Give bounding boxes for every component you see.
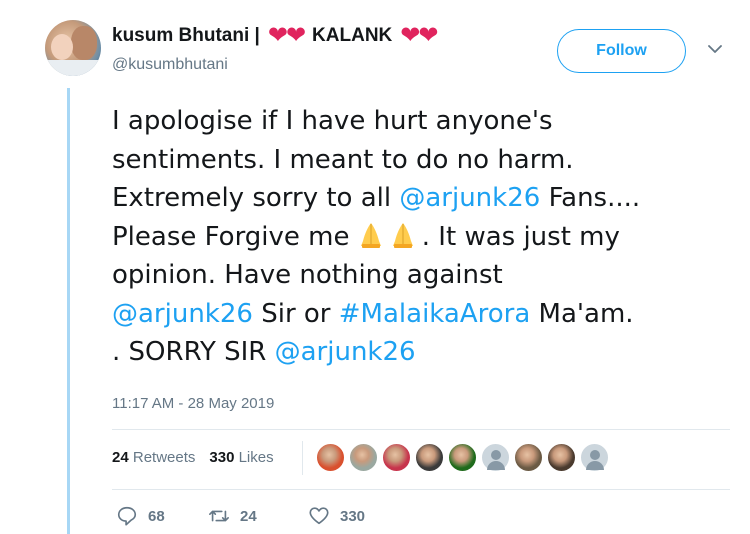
folded-hands-emoji-icon: [360, 222, 381, 248]
mention-link[interactable]: @arjunk26: [112, 299, 253, 329]
tweet-text-segment: Sir or: [252, 298, 339, 329]
follow-button[interactable]: Follow: [557, 29, 686, 73]
tweet-text: I apologise if I have hurt anyone's sent…: [112, 102, 727, 372]
liker-avatar-8[interactable]: [547, 443, 576, 472]
tweet-line: sentiments. I meant to do no harm.: [112, 144, 574, 175]
hearts-icon-left: ❤❤: [267, 22, 306, 49]
liker-avatar-4[interactable]: [415, 443, 444, 472]
avatar[interactable]: [45, 20, 101, 76]
retweet-icon: [209, 510, 229, 522]
liker-avatar-1[interactable]: [316, 443, 345, 472]
divider: [112, 429, 730, 430]
tweet-line: Extremely sorry to all @arjunk26 Fans...…: [112, 179, 727, 218]
reply-count: 68: [148, 507, 165, 525]
divider: [112, 489, 730, 490]
display-name[interactable]: kusum Bhutani | ❤❤ KALANK ❤❤: [112, 22, 438, 49]
tweet-line: Please Forgive me . It was just my: [112, 218, 727, 257]
retweet-count: 24: [240, 507, 257, 525]
mention-link[interactable]: @arjunk26: [275, 337, 416, 367]
tweet-actions: 68 24 330: [116, 505, 365, 527]
liker-avatars: [316, 443, 609, 472]
mention-link[interactable]: @arjunk26: [399, 183, 540, 213]
display-name-middle: KALANK: [312, 25, 393, 46]
liker-avatar-7[interactable]: [514, 443, 543, 472]
likes-count: 330: [209, 449, 235, 466]
tweet-text-segment: Ma'am.: [530, 298, 634, 329]
tweet-line: . SORRY SIR @arjunk26: [112, 333, 727, 372]
user-handle[interactable]: @kusumbhutani: [112, 56, 228, 74]
tweet-line: I apologise if I have hurt anyone's: [112, 106, 553, 136]
reply-icon: [117, 506, 137, 526]
reply-action[interactable]: 68: [116, 505, 208, 527]
retweets-label: Retweets: [132, 449, 196, 466]
folded-hands-emoji-icon: [392, 222, 413, 248]
retweets-count: 24: [112, 449, 129, 466]
tweet-text-segment: Extremely sorry to all: [112, 183, 400, 213]
liker-avatar-2[interactable]: [349, 443, 378, 472]
hashtag-link[interactable]: #MalaikaArora: [339, 299, 531, 329]
retweet-action[interactable]: 24: [208, 505, 308, 527]
liker-avatar-6[interactable]: [481, 443, 510, 472]
tweet-text-segment: . It was just my: [421, 221, 620, 252]
tweet-timestamp[interactable]: 11:17 AM - 28 May 2019: [112, 395, 274, 412]
likes-stat[interactable]: 330 Likes: [209, 449, 273, 466]
tweet-text-segment: Fans....: [540, 183, 641, 213]
heart-icon: [309, 507, 329, 525]
liker-avatar-9[interactable]: [580, 443, 609, 472]
display-name-prefix: kusum Bhutani |: [112, 25, 260, 46]
liker-avatar-5[interactable]: [448, 443, 477, 472]
thread-connector-line: [67, 88, 70, 534]
like-count: 330: [340, 507, 366, 525]
engagement-stats: 24 Retweets 330 Likes: [112, 449, 274, 466]
tweet-line: @arjunk26 Sir or #MalaikaArora Ma'am.: [112, 295, 727, 334]
chevron-down-icon[interactable]: [708, 44, 722, 54]
like-action[interactable]: 330: [308, 505, 365, 527]
tweet-line: opinion. Have nothing against: [112, 260, 503, 290]
likes-label: Likes: [238, 449, 274, 466]
liker-avatar-3[interactable]: [382, 443, 411, 472]
hearts-icon-right: ❤❤: [400, 22, 438, 49]
tweet-text-segment: . SORRY SIR: [112, 337, 275, 367]
retweets-stat[interactable]: 24 Retweets: [112, 449, 195, 466]
stats-separator: [302, 441, 303, 475]
tweet-text-segment: Please Forgive me: [112, 221, 350, 252]
